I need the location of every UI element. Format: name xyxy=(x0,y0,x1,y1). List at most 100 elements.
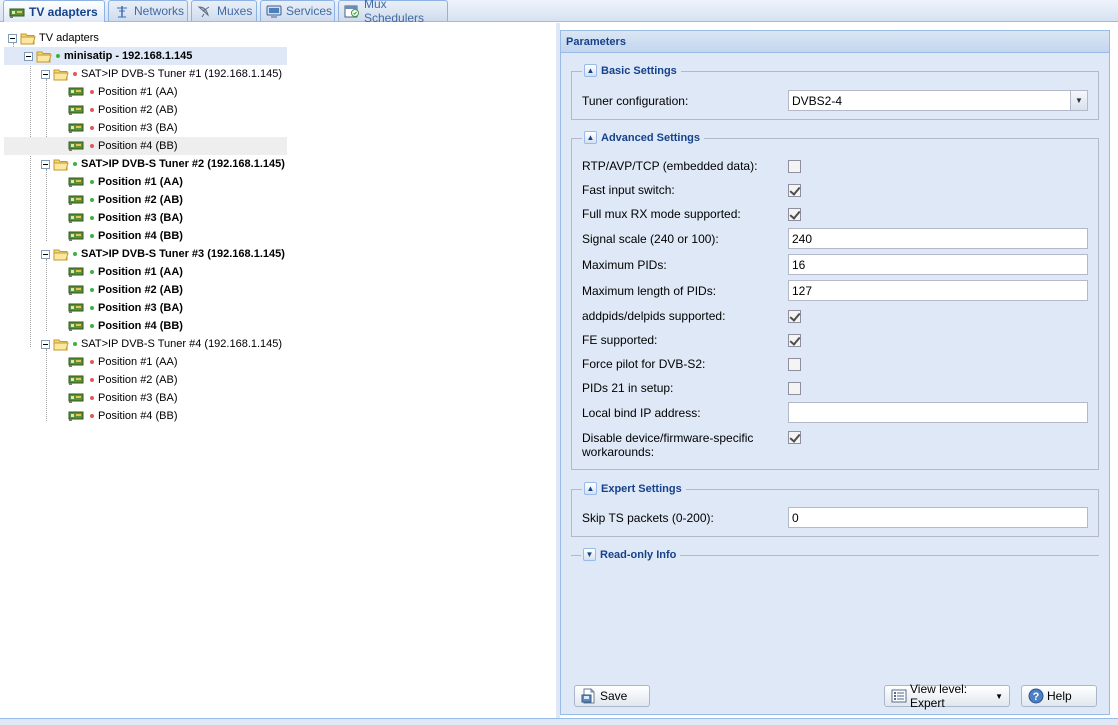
fast-switch-checkbox[interactable] xyxy=(788,183,801,197)
collapse-icon[interactable] xyxy=(41,159,50,169)
collapse-up-icon[interactable]: ▲ xyxy=(584,482,597,495)
tuner-config-select[interactable]: DVBS2-4 ▼ xyxy=(788,90,1088,111)
save-button[interactable]: Save xyxy=(574,685,650,707)
tree-node-position[interactable]: Position #4 (BB) xyxy=(68,227,183,245)
tree-node-label: Position #4 (BB) xyxy=(98,230,183,242)
tree-node-position[interactable]: Position #1 (AA) xyxy=(68,173,183,191)
signal-scale-label: Signal scale (240 or 100): xyxy=(582,231,719,246)
collapse-icon[interactable] xyxy=(24,51,33,61)
tuner-card-icon xyxy=(68,213,84,223)
collapse-up-icon[interactable]: ▲ xyxy=(584,64,597,77)
help-button[interactable]: ? Help xyxy=(1021,685,1097,707)
parameters-panel: Parameters ▲ Basic Settings Tuner config… xyxy=(560,30,1110,715)
tree-node-label: SAT>IP DVB-S Tuner #2 (192.168.1.145) xyxy=(81,158,285,170)
tree-root[interactable]: TV adapters xyxy=(8,29,99,47)
tree-node-adapter[interactable]: minisatip - 192.168.1.145 xyxy=(4,47,287,65)
disable-workarounds-checkbox[interactable] xyxy=(788,431,801,444)
max-pids-input[interactable] xyxy=(788,254,1088,275)
legend-label: Advanced Settings xyxy=(601,131,701,144)
tree-node-position[interactable]: Position #2 (AB) xyxy=(68,101,177,119)
collapse-up-icon[interactable]: ▲ xyxy=(584,131,597,144)
tuner-config-label: Tuner configuration: xyxy=(582,93,689,108)
status-dot-icon xyxy=(90,216,94,220)
tuner-card-icon xyxy=(68,195,84,205)
expand-down-icon[interactable]: ▼ xyxy=(583,548,596,561)
status-dot-icon xyxy=(73,342,77,346)
chevron-down-icon[interactable]: ▼ xyxy=(1070,91,1087,110)
tree-node-position[interactable]: Position #2 (AB) xyxy=(68,371,177,389)
folder-open-icon xyxy=(53,159,69,170)
tree-node-position[interactable]: Position #1 (AA) xyxy=(68,353,177,371)
tree-node-position[interactable]: Position #4 (BB) xyxy=(68,407,177,425)
collapse-icon[interactable] xyxy=(41,69,50,79)
tv-card-icon xyxy=(9,5,25,19)
tree-node-position[interactable]: Position #4 (BB) xyxy=(68,317,183,335)
tuner-card-icon xyxy=(68,393,84,403)
signal-scale-input[interactable] xyxy=(788,228,1088,249)
tree-node-label: Position #3 (BA) xyxy=(98,392,178,404)
tuner-card-icon xyxy=(68,321,84,331)
status-dot-icon xyxy=(90,234,94,238)
force-pilot-checkbox[interactable] xyxy=(788,357,801,371)
skip-ts-input[interactable] xyxy=(788,507,1088,528)
folder-open-icon xyxy=(53,339,69,350)
fe-supported-checkbox[interactable] xyxy=(788,333,801,347)
tree-node-position[interactable]: Position #2 (AB) xyxy=(68,191,183,209)
full-mux-checkbox[interactable] xyxy=(788,207,801,221)
tree-node-tuner-3[interactable]: SAT>IP DVB-S Tuner #3 (192.168.1.145) xyxy=(41,245,285,263)
tree-node-position[interactable]: Position #3 (BA) xyxy=(68,119,177,137)
status-dot-icon xyxy=(73,72,77,76)
local-bind-label: Local bind IP address: xyxy=(582,405,701,420)
bottom-border xyxy=(0,718,1118,725)
tab-label: Services xyxy=(286,4,333,18)
dropdown-arrow-icon: ▼ xyxy=(995,691,1003,701)
status-dot-icon xyxy=(90,180,94,184)
tab-networks[interactable]: Networks xyxy=(108,0,188,21)
tab-services[interactable]: Services xyxy=(260,0,335,21)
addpids-checkbox[interactable] xyxy=(788,309,801,323)
adapter-tree: TV adapters minisatip - 192.168.1.145 SA… xyxy=(0,23,556,718)
svg-text:?: ? xyxy=(1033,691,1040,703)
tree-node-position[interactable]: Position #4 (BB) xyxy=(4,137,287,155)
pids21-checkbox[interactable] xyxy=(788,381,801,395)
folder-open-icon xyxy=(53,249,69,260)
rtp-checkbox[interactable] xyxy=(788,159,801,173)
collapse-icon[interactable] xyxy=(41,339,50,349)
readonly-info-legend: ▼ Read-only Info xyxy=(581,548,681,561)
status-dot-icon xyxy=(90,198,94,202)
tree-connector xyxy=(46,259,47,331)
tree-node-position[interactable]: Position #2 (AB) xyxy=(68,281,183,299)
rtp-label: RTP/AVP/TCP (embedded data): xyxy=(582,159,758,173)
tab-tv-adapters[interactable]: TV adapters xyxy=(3,0,105,22)
tree-node-label: SAT>IP DVB-S Tuner #4 (192.168.1.145) xyxy=(81,338,283,350)
tree-node-position[interactable]: Position #3 (BA) xyxy=(68,389,177,407)
legend-label: Expert Settings xyxy=(601,482,682,495)
max-pids-length-input[interactable] xyxy=(788,280,1088,301)
collapse-icon[interactable] xyxy=(8,33,17,43)
tuner-card-icon xyxy=(68,141,84,151)
satellite-dish-icon xyxy=(197,4,213,18)
tree-connector xyxy=(46,169,47,241)
tree-node-position[interactable]: Position #3 (BA) xyxy=(68,209,183,227)
local-bind-input[interactable] xyxy=(788,402,1088,423)
folder-open-icon xyxy=(53,69,69,80)
collapse-icon[interactable] xyxy=(41,249,50,259)
tree-node-position[interactable]: Position #1 (AA) xyxy=(68,263,183,281)
tree-node-tuner-4[interactable]: SAT>IP DVB-S Tuner #4 (192.168.1.145) xyxy=(41,335,282,353)
tree-node-position[interactable]: Position #1 (AA) xyxy=(68,83,177,101)
tuner-card-icon xyxy=(68,285,84,295)
tree-node-tuner-1[interactable]: SAT>IP DVB-S Tuner #1 (192.168.1.145) xyxy=(41,65,282,83)
tab-mux-schedulers[interactable]: Mux Schedulers xyxy=(338,0,448,25)
tree-node-label: TV adapters xyxy=(39,32,99,44)
skip-ts-label: Skip TS packets (0-200): xyxy=(582,510,714,525)
view-level-button[interactable]: View level: Expert ▼ xyxy=(884,682,1010,710)
tree-node-tuner-2[interactable]: SAT>IP DVB-S Tuner #2 (192.168.1.145) xyxy=(41,155,285,173)
tree-node-position[interactable]: Position #3 (BA) xyxy=(68,299,183,317)
tab-muxes[interactable]: Muxes xyxy=(191,0,257,21)
tree-node-label: Position #1 (AA) xyxy=(98,176,183,188)
disable-workarounds-label: Disable device/firmware-specific workaro… xyxy=(582,431,754,459)
help-icon: ? xyxy=(1028,688,1044,704)
tuner-card-icon xyxy=(68,105,84,115)
view-level-label: View level: Expert xyxy=(910,682,968,710)
tuner-config-value: DVBS2-4 xyxy=(792,93,843,108)
